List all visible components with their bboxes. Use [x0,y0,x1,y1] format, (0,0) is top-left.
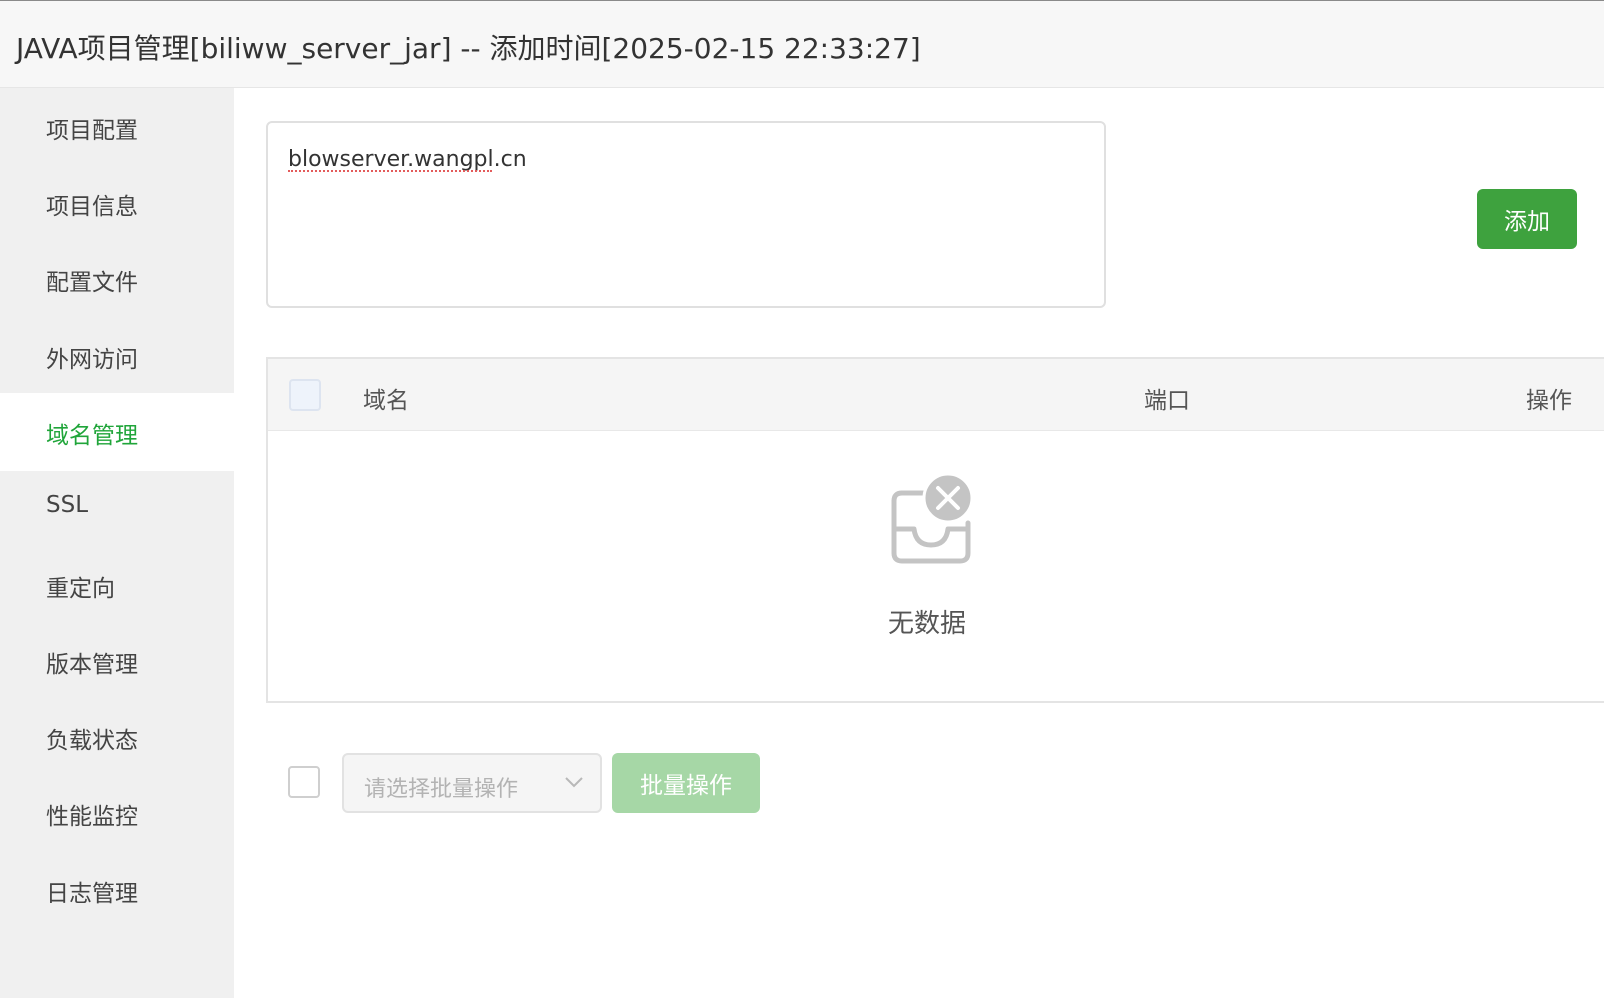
select-all-checkbox[interactable] [289,379,321,411]
sidebar-item-project-config[interactable]: 项目配置 [0,88,234,166]
sidebar-item-external-access[interactable]: 外网访问 [0,317,234,395]
empty-state-text: 无数据 [888,609,967,639]
column-header-domain: 域名 [363,388,409,414]
sidebar-item-config-file[interactable]: 配置文件 [0,240,234,318]
sidebar-item-label: 配置文件 [46,270,138,296]
sidebar: 项目配置 项目信息 配置文件 外网访问 域名管理 SSL 重定向 版本管理 负载… [0,88,234,998]
sidebar-item-redirect[interactable]: 重定向 [0,546,234,624]
sidebar-item-label: 负载状态 [46,728,138,754]
sidebar-item-label: 域名管理 [46,423,138,449]
batch-select-checkbox[interactable] [288,766,320,798]
sidebar-item-label: 外网访问 [46,347,138,373]
add-button[interactable]: 添加 [1477,189,1577,249]
sidebar-item-label: 版本管理 [46,652,138,678]
sidebar-item-ssl[interactable]: SSL [0,469,234,547]
window-title: JAVA项目管理[biliww_server_jar] -- 添加时间[2025… [16,32,921,65]
batch-select-placeholder: 请选择批量操作 [364,777,519,802]
sidebar-item-project-info[interactable]: 项目信息 [0,164,234,242]
main-content: blowserver.wangpl.cn 添加 域名 端口 操作 无数据 请选择… [234,88,1604,998]
sidebar-item-domain-management[interactable]: 域名管理 [0,393,234,471]
batch-operation-button[interactable]: 批量操作 [612,753,760,813]
batch-operation-select[interactable]: 请选择批量操作 [342,753,602,813]
column-header-port: 端口 [1144,388,1190,414]
window-title-bar: JAVA项目管理[biliww_server_jar] -- 添加时间[2025… [0,0,1604,88]
chevron-down-icon [565,777,583,788]
sidebar-item-log-management[interactable]: 日志管理 [0,851,234,929]
sidebar-item-version-management[interactable]: 版本管理 [0,622,234,700]
table-header: 域名 端口 操作 [268,359,1604,431]
column-header-actions: 操作 [1526,388,1572,414]
empty-inbox-icon [891,472,974,564]
sidebar-item-performance-monitor[interactable]: 性能监控 [0,774,234,852]
empty-state: 无数据 [268,431,1604,701]
sidebar-item-label: 日志管理 [46,881,138,907]
sidebar-item-label: 项目信息 [46,194,138,220]
sidebar-item-load-status[interactable]: 负载状态 [0,698,234,776]
domain-input[interactable]: blowserver.wangpl.cn [266,121,1106,308]
sidebar-item-label: 性能监控 [46,804,138,830]
spellcheck-underline [288,170,492,172]
sidebar-item-label: 项目配置 [46,118,138,144]
sidebar-item-label: SSL [46,492,89,518]
domain-table: 域名 端口 操作 无数据 [266,357,1604,703]
sidebar-item-label: 重定向 [46,576,115,602]
